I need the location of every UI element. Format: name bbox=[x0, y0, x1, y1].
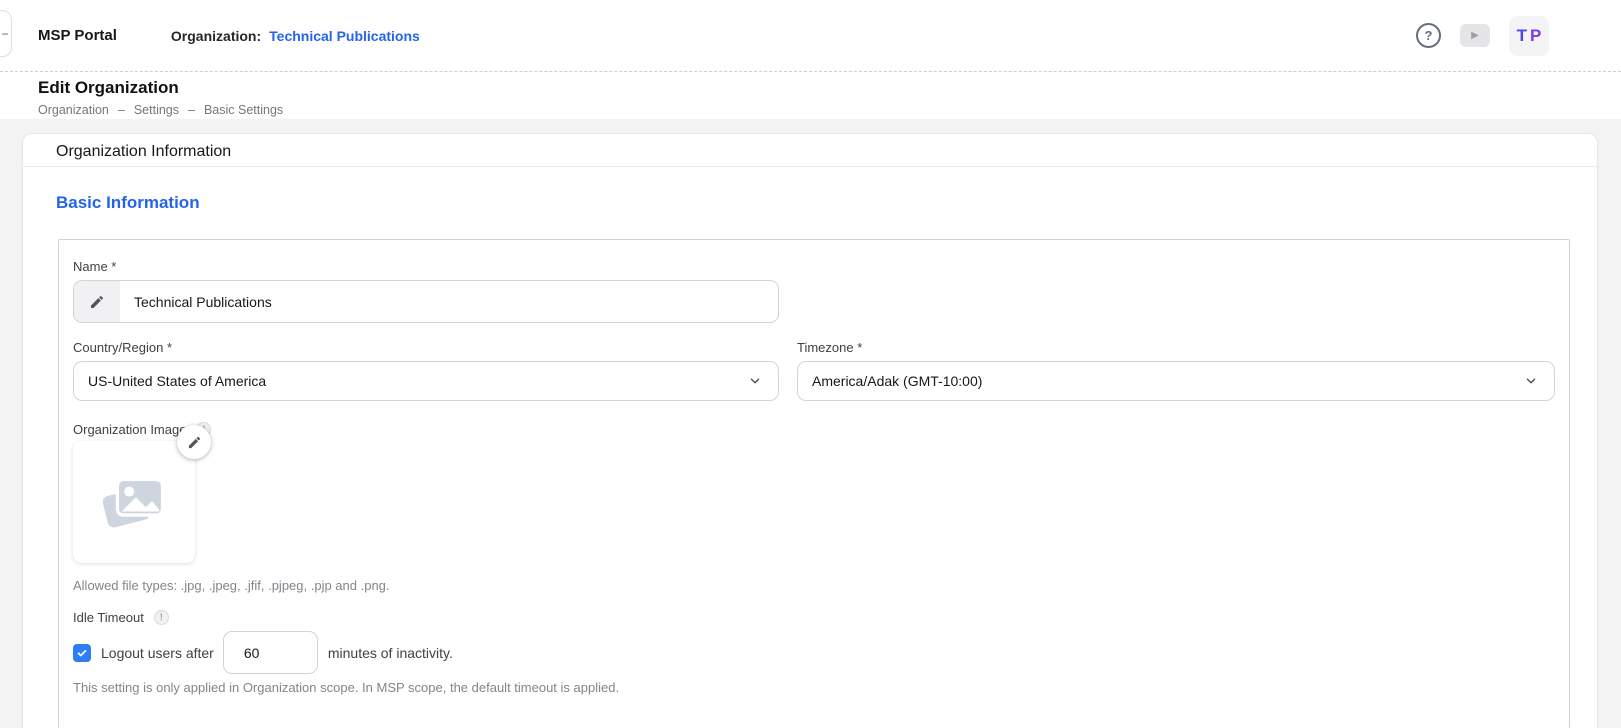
organization-image-placeholder[interactable] bbox=[73, 441, 195, 563]
logout-prefix-text: Logout users after bbox=[101, 645, 214, 661]
chevron-down-icon bbox=[1524, 374, 1538, 388]
breadcrumb-separator: – bbox=[118, 103, 125, 117]
organization-image-wrap bbox=[73, 441, 195, 563]
header-actions: ? ▶ T P bbox=[1416, 16, 1549, 56]
chevron-down-icon bbox=[748, 374, 762, 388]
timezone-label: Timezone * bbox=[797, 339, 1555, 355]
breadcrumb: Organization – Settings – Basic Settings bbox=[38, 103, 1621, 117]
country-label: Country/Region * bbox=[73, 339, 779, 355]
breadcrumb-item-organization[interactable]: Organization bbox=[38, 103, 109, 117]
breadcrumb-item-basic-settings: Basic Settings bbox=[204, 103, 283, 117]
section-title-basic-information: Basic Information bbox=[56, 193, 1568, 213]
avatar[interactable]: T P bbox=[1509, 16, 1549, 56]
organization-image-label: Organization Image bbox=[73, 422, 186, 437]
logout-checkbox[interactable] bbox=[73, 644, 91, 662]
info-icon[interactable]: ! bbox=[154, 610, 169, 625]
page-title-bar: Edit Organization Organization – Setting… bbox=[0, 72, 1621, 119]
edit-pencil-icon bbox=[74, 281, 120, 322]
idle-timeout-label: Idle Timeout bbox=[73, 610, 144, 625]
breadcrumb-item-settings[interactable]: Settings bbox=[134, 103, 179, 117]
allowed-file-types-text: Allowed file types: .jpg, .jpeg, .jfif, … bbox=[73, 578, 1555, 593]
timezone-value: America/Adak (GMT-10:00) bbox=[812, 373, 982, 389]
image-placeholder-icon bbox=[96, 464, 172, 540]
app-title: MSP Portal bbox=[38, 27, 117, 44]
idle-timeout-label-row: Idle Timeout ! bbox=[73, 607, 1555, 627]
card-body: Basic Information Name * Country/Region bbox=[23, 167, 1597, 728]
organization-image-block: Organization Image ! bbox=[73, 419, 1555, 593]
organization-label: Organization: bbox=[171, 28, 261, 44]
idle-timeout-row: Logout users after minutes of inactivity… bbox=[73, 631, 1555, 674]
page-title: Edit Organization bbox=[38, 78, 1621, 98]
collapse-icon bbox=[2, 33, 8, 35]
name-input[interactable] bbox=[120, 281, 778, 322]
breadcrumb-separator: – bbox=[188, 103, 195, 117]
timezone-select[interactable]: America/Adak (GMT-10:00) bbox=[797, 361, 1555, 401]
help-icon[interactable]: ? bbox=[1416, 23, 1441, 48]
check-icon bbox=[76, 647, 88, 659]
avatar-initial-2: P bbox=[1530, 26, 1544, 46]
avatar-initial-1: T bbox=[1517, 26, 1530, 46]
organization-information-card: Organization Information Basic Informati… bbox=[22, 133, 1598, 728]
pencil-icon bbox=[187, 435, 202, 450]
basic-information-fieldset: Name * Country/Region * US-United State bbox=[58, 239, 1570, 728]
name-label: Name * bbox=[73, 258, 1555, 274]
organization-image-label-row: Organization Image ! bbox=[73, 419, 1555, 439]
edit-image-button[interactable] bbox=[177, 425, 211, 459]
card-title: Organization Information bbox=[23, 134, 1597, 167]
country-value: US-United States of America bbox=[88, 373, 266, 389]
logout-suffix-text: minutes of inactivity. bbox=[328, 645, 453, 661]
organization-link[interactable]: Technical Publications bbox=[269, 28, 420, 44]
top-header: MSP Portal Organization: Technical Publi… bbox=[0, 0, 1621, 72]
minutes-input[interactable] bbox=[223, 631, 318, 674]
sidebar-collapse-button[interactable] bbox=[0, 10, 12, 57]
video-tutorial-button[interactable]: ▶ bbox=[1460, 24, 1490, 47]
country-select[interactable]: US-United States of America bbox=[73, 361, 779, 401]
page-content: Organization Information Basic Informati… bbox=[0, 119, 1621, 728]
idle-timeout-note: This setting is only applied in Organiza… bbox=[73, 680, 1555, 695]
country-timezone-row: Country/Region * US-United States of Ame… bbox=[73, 339, 1555, 401]
name-field-group bbox=[73, 280, 779, 323]
play-icon: ▶ bbox=[1471, 31, 1479, 41]
